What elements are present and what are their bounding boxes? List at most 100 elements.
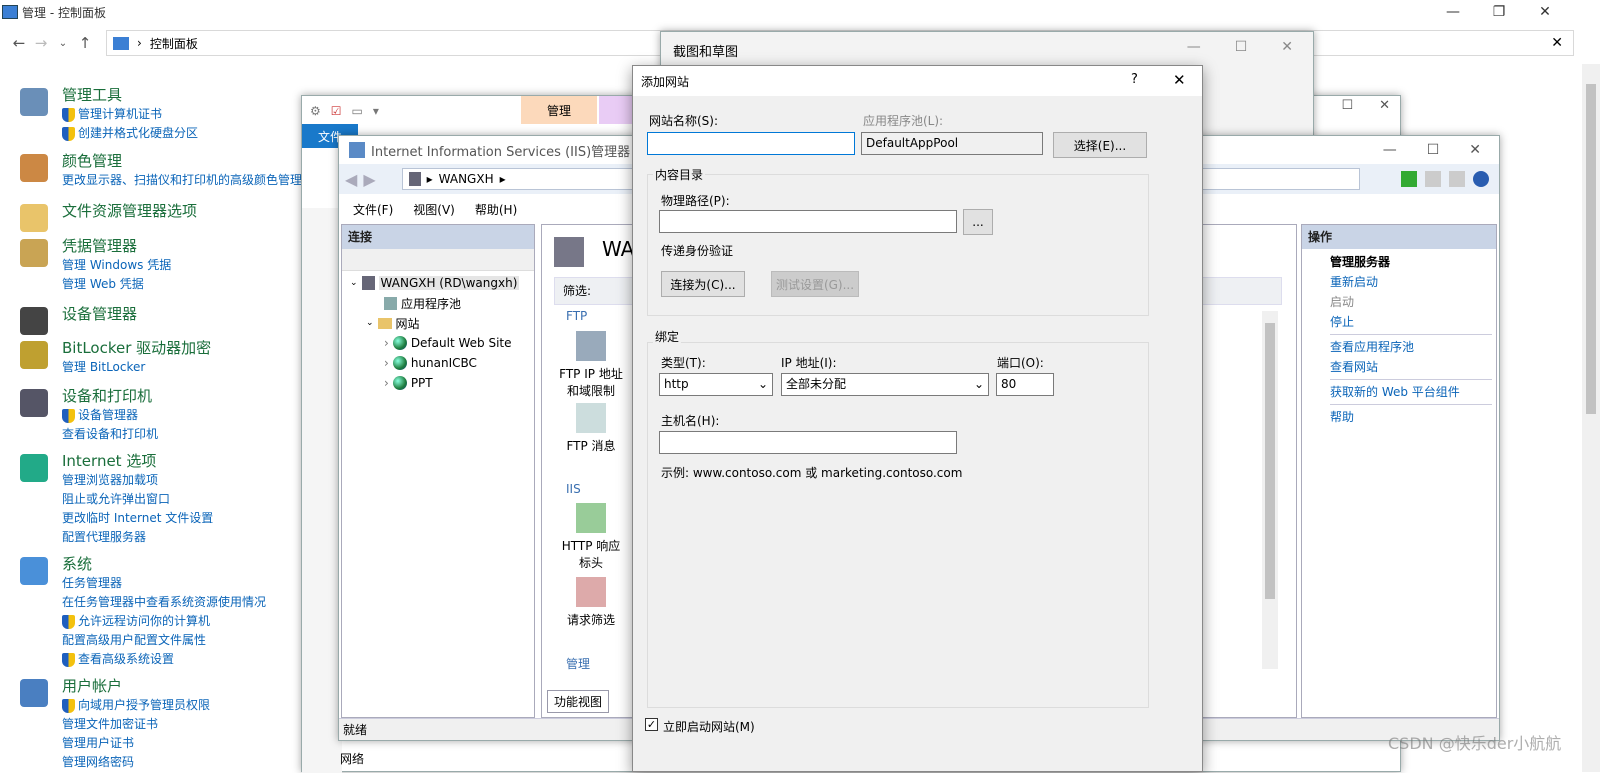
ip-address-select[interactable]: 全部未分配 ⌄ [781, 373, 989, 396]
control-panel-item-icon[interactable] [20, 454, 48, 482]
action-start[interactable]: 启动 [1302, 292, 1496, 312]
chevron-down-icon[interactable]: ⌄ [366, 318, 374, 328]
control-panel-item-heading[interactable]: 用户帐户 [62, 675, 210, 696]
tree-app-pools[interactable]: 应用程序池 [350, 293, 534, 313]
control-panel-item-icon[interactable] [20, 341, 48, 369]
tree-site[interactable]: › hunanICBC [350, 353, 534, 373]
maximize-button[interactable]: ☐ [1235, 39, 1248, 55]
network-item[interactable]: 网络 [340, 750, 364, 767]
tree-site[interactable]: › Default Web Site [350, 333, 534, 353]
maximize-button[interactable]: ☐ [1427, 142, 1440, 158]
breadcrumb[interactable]: WANGXH [439, 172, 494, 186]
control-panel-item-icon[interactable] [20, 239, 48, 267]
control-panel-item-icon[interactable] [20, 307, 48, 335]
maximize-button[interactable]: ☐ [1341, 98, 1353, 113]
chevron-down-icon[interactable]: ⌄ [52, 38, 74, 49]
feature-http-headers[interactable]: HTTP 响应标头 [556, 503, 626, 571]
minimize-button[interactable]: — [1430, 0, 1476, 24]
back-arrow-icon[interactable]: ◀ [345, 170, 357, 189]
check-icon[interactable]: ☑ [331, 104, 342, 118]
center-scrollbar[interactable] [1262, 311, 1278, 669]
control-panel-item-icon[interactable] [20, 154, 48, 182]
host-name-input[interactable] [659, 431, 957, 454]
control-panel-item-icon[interactable] [20, 204, 48, 232]
feature-request-filtering[interactable]: 请求筛选 [556, 577, 626, 628]
connect-as-button[interactable]: 连接为(C)... [661, 271, 745, 297]
control-panel-link[interactable]: 创建并格式化硬盘分区 [62, 124, 198, 143]
menu-help[interactable]: 帮助(H) [475, 201, 517, 218]
chevron-right-icon[interactable]: › [384, 376, 389, 390]
control-panel-item-heading[interactable]: 凭据管理器 [62, 235, 171, 256]
control-panel-link[interactable]: 配置高级用户配置文件属性 [62, 631, 266, 650]
action-view-app-pools[interactable]: 查看应用程序池 [1302, 337, 1496, 357]
new-folder-icon[interactable]: ▭ [352, 104, 363, 118]
back-arrow-icon[interactable]: ← [8, 34, 30, 52]
control-panel-link[interactable]: 向域用户授予管理员权限 [62, 696, 210, 715]
help-icon[interactable] [1473, 171, 1489, 187]
feature-ftp-ip[interactable]: FTP IP 地址和域限制 [556, 331, 626, 399]
close-icon[interactable]: ✕ [1551, 35, 1563, 51]
control-panel-link[interactable]: 配置代理服务器 [62, 528, 213, 547]
features-view-tab[interactable]: 功能视图 [547, 690, 610, 713]
type-select[interactable]: http ⌄ [659, 373, 773, 396]
control-panel-item-heading[interactable]: Internet 选项 [62, 450, 213, 471]
scrollbar-thumb[interactable] [1265, 323, 1275, 599]
forward-arrow-icon[interactable]: ▶ [363, 170, 375, 189]
action-help[interactable]: 帮助 [1302, 407, 1496, 427]
select-button[interactable]: 选择(E)... [1053, 132, 1147, 158]
close-icon[interactable]: ✕ [1173, 71, 1186, 89]
control-panel-link[interactable]: 管理用户证书 [62, 734, 210, 753]
control-panel-item-icon[interactable] [20, 389, 48, 417]
control-panel-link[interactable]: 管理 BitLocker [62, 358, 211, 377]
control-panel-link[interactable]: 查看高级系统设置 [62, 650, 266, 669]
control-panel-item-heading[interactable]: 设备管理器 [62, 303, 137, 324]
control-panel-item-icon[interactable] [20, 679, 48, 707]
feature-ftp-messages[interactable]: FTP 消息 [556, 403, 626, 454]
action-view-sites[interactable]: 查看网站 [1302, 357, 1496, 377]
browse-button[interactable]: ... [963, 209, 993, 235]
chevron-down-icon[interactable]: ⌄ [350, 278, 358, 288]
menu-view[interactable]: 视图(V) [413, 201, 455, 218]
control-panel-link[interactable]: 管理网络密码 [62, 753, 210, 772]
control-panel-item-heading[interactable]: 文件资源管理器选项 [62, 200, 197, 221]
tab-manage[interactable]: 管理 [521, 96, 597, 124]
menu-file[interactable]: 文件(F) [353, 201, 393, 218]
home-icon[interactable] [1449, 171, 1465, 187]
control-panel-link[interactable]: 更改临时 Internet 文件设置 [62, 509, 213, 528]
control-panel-link[interactable]: 管理 Windows 凭据 [62, 256, 171, 275]
close-button[interactable]: ✕ [1522, 0, 1568, 24]
control-panel-item-icon[interactable] [20, 88, 48, 116]
control-panel-link[interactable]: 阻止或允许弹出窗口 [62, 490, 213, 509]
chevron-right-icon[interactable]: › [384, 336, 389, 350]
close-button[interactable]: ✕ [1469, 142, 1481, 158]
restore-button[interactable]: ❐ [1476, 0, 1522, 24]
control-panel-link[interactable]: 更改显示器、扫描仪和打印机的高级颜色管理 [62, 171, 302, 190]
control-panel-link[interactable]: 管理浏览器加载项 [62, 471, 213, 490]
tree-site[interactable]: › PPT [350, 373, 534, 393]
control-panel-item-heading[interactable]: 系统 [62, 553, 266, 574]
help-icon[interactable]: ? [1131, 72, 1138, 87]
tree-sites[interactable]: ⌄ 网站 [350, 313, 534, 333]
physical-path-input[interactable] [659, 210, 957, 233]
dropdown-icon[interactable]: ▾ [373, 104, 379, 118]
refresh-icon[interactable] [1401, 171, 1417, 187]
scrollbar-thumb[interactable] [1586, 84, 1596, 414]
start-now-checkbox[interactable]: ✓ [645, 718, 658, 731]
control-panel-link[interactable]: 查看设备和打印机 [62, 425, 158, 444]
control-panel-link[interactable]: 管理 Web 凭据 [62, 275, 171, 294]
control-panel-link[interactable]: 管理文件加密证书 [62, 715, 210, 734]
control-panel-link[interactable]: 管理计算机证书 [62, 105, 198, 124]
close-button[interactable]: ✕ [1379, 98, 1390, 113]
control-panel-link[interactable]: 允许远程访问你的计算机 [62, 612, 266, 631]
site-name-input[interactable] [647, 132, 855, 155]
breadcrumb[interactable]: 控制面板 [150, 35, 198, 52]
control-panel-item-heading[interactable]: 颜色管理 [62, 150, 302, 171]
action-stop[interactable]: 停止 [1302, 312, 1496, 332]
control-panel-item-heading[interactable]: 设备和打印机 [62, 385, 158, 406]
forward-arrow-icon[interactable]: → [30, 34, 52, 52]
action-restart[interactable]: 重新启动 [1302, 272, 1496, 292]
minimize-button[interactable]: — [1383, 142, 1397, 158]
stop-icon[interactable] [1425, 171, 1441, 187]
minimize-button[interactable]: — [1187, 39, 1201, 55]
tree-server[interactable]: ⌄ WANGXH (RD\wangxh) [350, 273, 534, 293]
